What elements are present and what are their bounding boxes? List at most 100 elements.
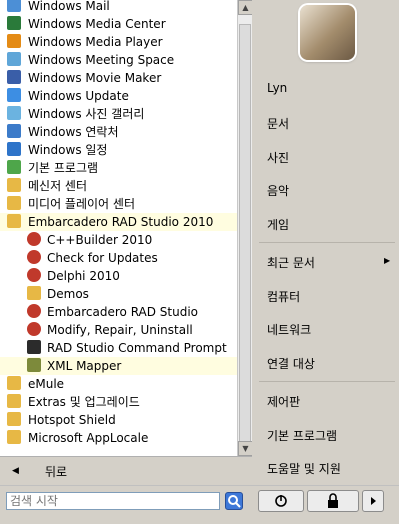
program-default-programs[interactable]: 기본 프로그램 [0,159,252,177]
program-label: Windows Movie Maker [28,71,162,85]
help-and-support-link[interactable]: 도움말 및 지원 [267,460,341,477]
user-name[interactable]: Lyn [267,81,287,95]
messenger-icon [7,178,21,192]
rad-studio-icon [27,304,41,318]
media-center-icon [7,16,21,30]
shutdown-options-button[interactable] [362,490,384,512]
default-programs-link[interactable]: 기본 프로그램 [267,427,337,444]
user-avatar[interactable] [300,5,355,60]
program-check-for-updates[interactable]: Check for Updates [0,249,252,267]
default-programs-icon [7,160,21,174]
search-icon[interactable] [225,492,243,510]
folder-emule[interactable]: eMule [0,375,252,393]
folder-icon [7,394,21,408]
scroll-up-arrow-icon[interactable]: ▲ [238,0,252,15]
rad-studio-icon [27,250,41,264]
folder-icon [27,286,41,300]
program-windows-media-center[interactable]: Windows Media Center [0,15,252,33]
recent-documents-link[interactable]: 최근 문서 [267,254,315,271]
pictures-link[interactable]: 사진 [267,149,289,166]
separator [259,381,395,382]
command-prompt-icon [27,340,41,354]
program-windows-mail[interactable]: Windows Mail [0,0,252,15]
media-player-center-icon [7,196,21,210]
program-media-player-center[interactable]: 미디어 플레이어 센터 [0,195,252,213]
program-windows-meeting-space[interactable]: Windows Meeting Space [0,51,252,69]
computer-link[interactable]: 컴퓨터 [267,288,300,305]
lock-icon [328,493,338,508]
program-cpp-builder[interactable]: C++Builder 2010 [0,231,252,249]
lock-button[interactable] [307,490,359,512]
start-menu: Windows Mail Windows Media Center Window… [0,0,399,524]
program-photo-gallery[interactable]: Windows 사진 갤러리 [0,105,252,123]
bottom-bar [0,485,399,524]
program-label: Demos [47,287,89,301]
magnifier-glyph [228,495,241,508]
arrow-right-icon [371,497,376,505]
rad-studio-icon [27,322,41,336]
program-xml-mapper[interactable]: XML Mapper [0,357,252,375]
program-rad-studio-command-prompt[interactable]: RAD Studio Command Prompt [0,339,252,357]
program-label: 미디어 플레이어 센터 [28,197,135,211]
program-label: Extras 및 업그레이드 [28,395,140,409]
program-label: Windows 일정 [28,143,108,157]
connect-to-link[interactable]: 연결 대상 [267,355,315,372]
program-modify-repair-uninstall[interactable]: Modify, Repair, Uninstall [0,321,252,339]
program-label: C++Builder 2010 [47,233,153,247]
movie-maker-icon [7,70,21,84]
contacts-icon [7,124,21,138]
scrollbar-thumb[interactable] [239,24,251,444]
power-button[interactable] [258,490,304,512]
places-panel: Lyn 문서 사진 음악 게임 최근 문서 ▶ 컴퓨터 네트워크 연결 대상 제… [255,0,399,488]
folder-embarcadero-rad-studio[interactable]: Embarcadero RAD Studio 2010 [0,213,252,231]
separator [259,242,395,243]
network-link[interactable]: 네트워크 [267,321,311,338]
control-panel-link[interactable]: 제어판 [267,393,300,410]
search-input[interactable] [6,492,220,510]
program-label: Embarcadero RAD Studio 2010 [28,215,214,229]
program-label: Windows Media Player [28,35,163,49]
program-windows-update[interactable]: Windows Update [0,87,252,105]
program-windows-media-player[interactable]: Windows Media Player [0,33,252,51]
submenu-arrow-icon: ▶ [384,256,391,265]
program-label: 메신저 센터 [28,179,88,193]
program-label: Hotspot Shield [28,413,116,427]
folder-microsoft-applocale[interactable]: Microsoft AppLocale [0,429,252,447]
media-player-icon [7,34,21,48]
xml-mapper-icon [27,358,41,372]
mail-icon [7,0,21,12]
program-messenger-center[interactable]: 메신저 센터 [0,177,252,195]
folder-extras-upgrades[interactable]: Extras 및 업그레이드 [0,393,252,411]
photo-gallery-icon [7,106,21,120]
power-icon [275,495,287,507]
program-label: Modify, Repair, Uninstall [47,323,193,337]
rad-studio-icon [27,232,41,246]
program-label: RAD Studio Command Prompt [47,341,227,355]
program-label: Windows Meeting Space [28,53,175,67]
programs-scrollbar[interactable]: ▲ ▼ [237,0,252,456]
program-label: Windows 연락처 [28,125,119,139]
folder-demos[interactable]: Demos [0,285,252,303]
program-label: Windows Update [28,89,129,103]
documents-link[interactable]: 문서 [267,115,289,132]
program-calendar[interactable]: Windows 일정 [0,141,252,159]
program-contacts[interactable]: Windows 연락처 [0,123,252,141]
folder-hotspot-shield[interactable]: Hotspot Shield [0,411,252,429]
program-label: Embarcadero RAD Studio [47,305,199,319]
rad-studio-icon [27,268,41,282]
windows-update-icon [7,88,21,102]
program-label: Delphi 2010 [47,269,120,283]
games-link[interactable]: 게임 [267,216,289,233]
scroll-down-arrow-icon[interactable]: ▼ [238,441,252,456]
program-delphi[interactable]: Delphi 2010 [0,267,252,285]
folder-icon [7,412,21,426]
program-embarcadero-rad-studio[interactable]: Embarcadero RAD Studio [0,303,252,321]
folder-icon [7,430,21,444]
program-windows-movie-maker[interactable]: Windows Movie Maker [0,69,252,87]
program-label: 기본 프로그램 [28,161,99,175]
back-button[interactable]: ◀ 뒤로 [0,456,252,485]
program-label: eMule [28,377,65,391]
program-label: XML Mapper [47,359,122,373]
music-link[interactable]: 음악 [267,182,289,199]
program-label: Windows Mail [28,0,110,13]
